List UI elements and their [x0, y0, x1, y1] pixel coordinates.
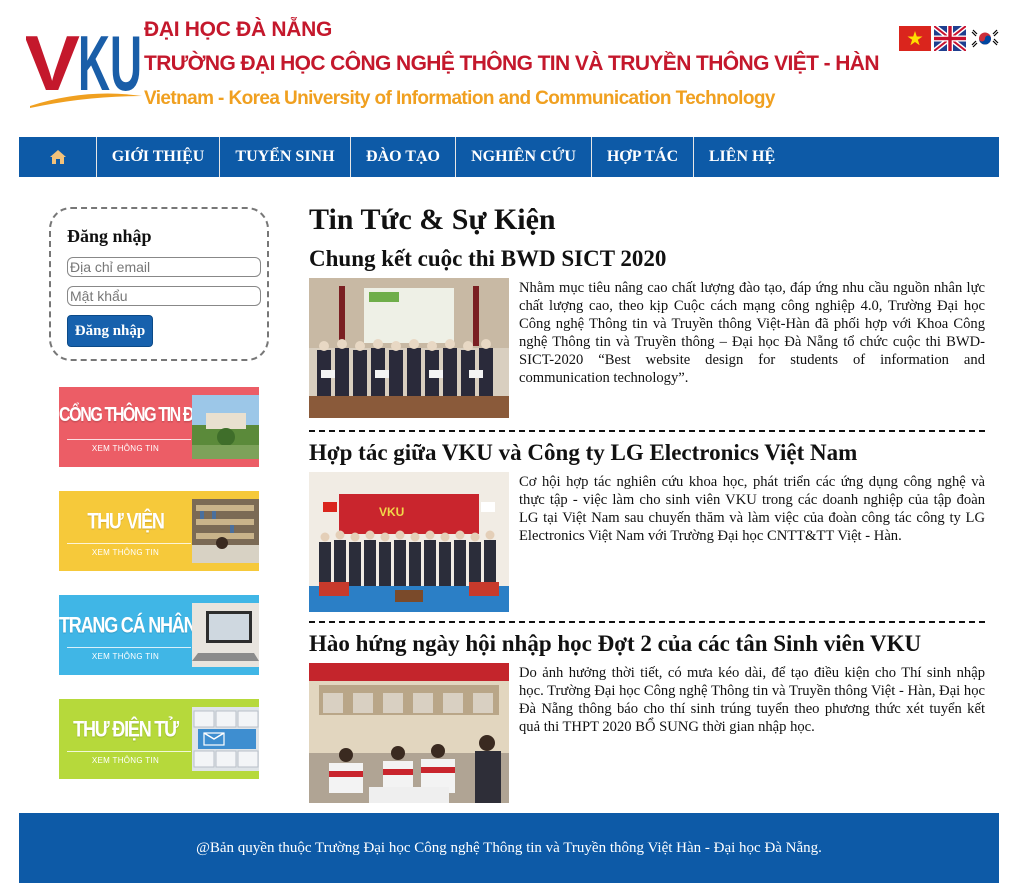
banner-divider — [67, 647, 191, 648]
banner-divider — [67, 439, 191, 440]
nav-gioi-thieu[interactable]: GIỚI THIỆU — [97, 137, 220, 177]
banner-trang-ca-nhan[interactable]: TRANG CÁ NHÂN XEM THÔNG TIN — [59, 595, 259, 675]
nav-hop-tac[interactable]: HỢP TÁC — [592, 137, 694, 177]
svg-text:V: V — [26, 19, 80, 107]
site-header: V KU ĐẠI HỌC ĐÀ NẴNG TRƯỜNG ĐẠI HỌC CÔNG… — [0, 0, 1021, 130]
email-field[interactable] — [67, 257, 261, 277]
banner-subtitle: XEM THÔNG TIN — [91, 652, 160, 661]
nav-tuyen-sinh[interactable]: TUYỂN SINH — [220, 137, 351, 177]
banner-thu-vien[interactable]: THƯ VIỆN XEM THÔNG TIN — [59, 491, 259, 571]
news-divider — [309, 621, 985, 623]
copyright-text: @Bản quyền thuộc Trường Đại học Công ngh… — [196, 839, 822, 856]
news-title[interactable]: Hợp tác giữa VKU và Công ty LG Electroni… — [309, 440, 857, 466]
login-button[interactable]: Đăng nhập — [67, 315, 153, 347]
password-field[interactable] — [67, 286, 261, 306]
banner-title: TRANG CÁ NHÂN — [59, 612, 197, 638]
award-ceremony-photo — [309, 278, 509, 418]
banner-title: CỔNG THÔNG TIN ĐÀO TẠO — [59, 404, 248, 426]
group-meeting-photo: VKU — [309, 472, 509, 612]
banner-subtitle: XEM THÔNG TIN — [91, 756, 160, 765]
news-title[interactable]: Hào hứng ngày hội nhập học Đợt 2 của các… — [309, 631, 921, 657]
svg-text:VKU: VKU — [379, 505, 404, 519]
banner-subtitle: XEM THÔNG TIN — [91, 548, 160, 557]
header-line-1: ĐẠI HỌC ĐÀ NẴNG — [144, 18, 332, 41]
news-summary: Do ảnh hưởng thời tiết, có mưa kéo dài, … — [519, 665, 985, 735]
banner-subtitle: XEM THÔNG TIN — [91, 444, 160, 453]
section-title: Tin Tức & Sự Kiện — [309, 203, 556, 236]
home-icon — [49, 150, 66, 164]
site-footer: @Bản quyền thuộc Trường Đại học Công ngh… — [19, 813, 999, 883]
banner-title: THƯ VIỆN — [87, 508, 165, 534]
nav-home[interactable] — [19, 137, 97, 177]
news-divider — [309, 430, 985, 432]
news-summary: Cơ hội hợp tác nghiên cứu khoa học, phát… — [519, 474, 985, 544]
news-title[interactable]: Chung kết cuộc thi BWD SICT 2020 — [309, 246, 666, 272]
language-switcher — [899, 26, 1001, 51]
news-image[interactable]: VKU — [309, 472, 509, 612]
banner-divider — [67, 543, 191, 544]
uk-flag-icon[interactable] — [934, 26, 966, 51]
nav-lien-he[interactable]: LIÊN HỆ — [694, 137, 790, 177]
header-line-3: Vietnam - Korea University of Informatio… — [144, 88, 775, 109]
nav-dao-tao[interactable]: ĐÀO TẠO — [351, 137, 456, 177]
main-nav: GIỚI THIỆU TUYỂN SINH ĐÀO TẠO NGHIÊN CỨU… — [19, 137, 999, 177]
email-keyboard-icon — [192, 707, 259, 771]
enrollment-day-photo — [309, 663, 509, 803]
news-image[interactable] — [309, 278, 509, 418]
vku-logo[interactable]: V KU — [26, 18, 144, 110]
library-photo-icon — [192, 499, 259, 563]
campus-photo-icon — [192, 395, 259, 459]
laptop-photo-icon — [192, 603, 259, 667]
login-panel: Đăng nhập Đăng nhập — [49, 207, 269, 361]
news-summary: Nhằm mục tiêu nâng cao chất lượng đào tạ… — [519, 280, 985, 386]
banner-title: THƯ ĐIỆN TỬ — [73, 716, 179, 742]
banner-cong-thong-tin-dao-tao[interactable]: CỔNG THÔNG TIN ĐÀO TẠO XEM THÔNG TIN — [59, 387, 259, 467]
banner-thu-dien-tu[interactable]: THƯ ĐIỆN TỬ XEM THÔNG TIN — [59, 699, 259, 779]
nav-nghien-cuu[interactable]: NGHIÊN CỨU — [456, 137, 592, 177]
korea-flag-icon[interactable] — [969, 26, 1001, 51]
vietnam-flag-icon[interactable] — [899, 26, 931, 51]
header-line-2: TRƯỜNG ĐẠI HỌC CÔNG NGHỆ THÔNG TIN VÀ TR… — [144, 52, 880, 75]
login-title: Đăng nhập — [67, 226, 152, 246]
news-image[interactable] — [309, 663, 509, 803]
banner-divider — [67, 751, 191, 752]
